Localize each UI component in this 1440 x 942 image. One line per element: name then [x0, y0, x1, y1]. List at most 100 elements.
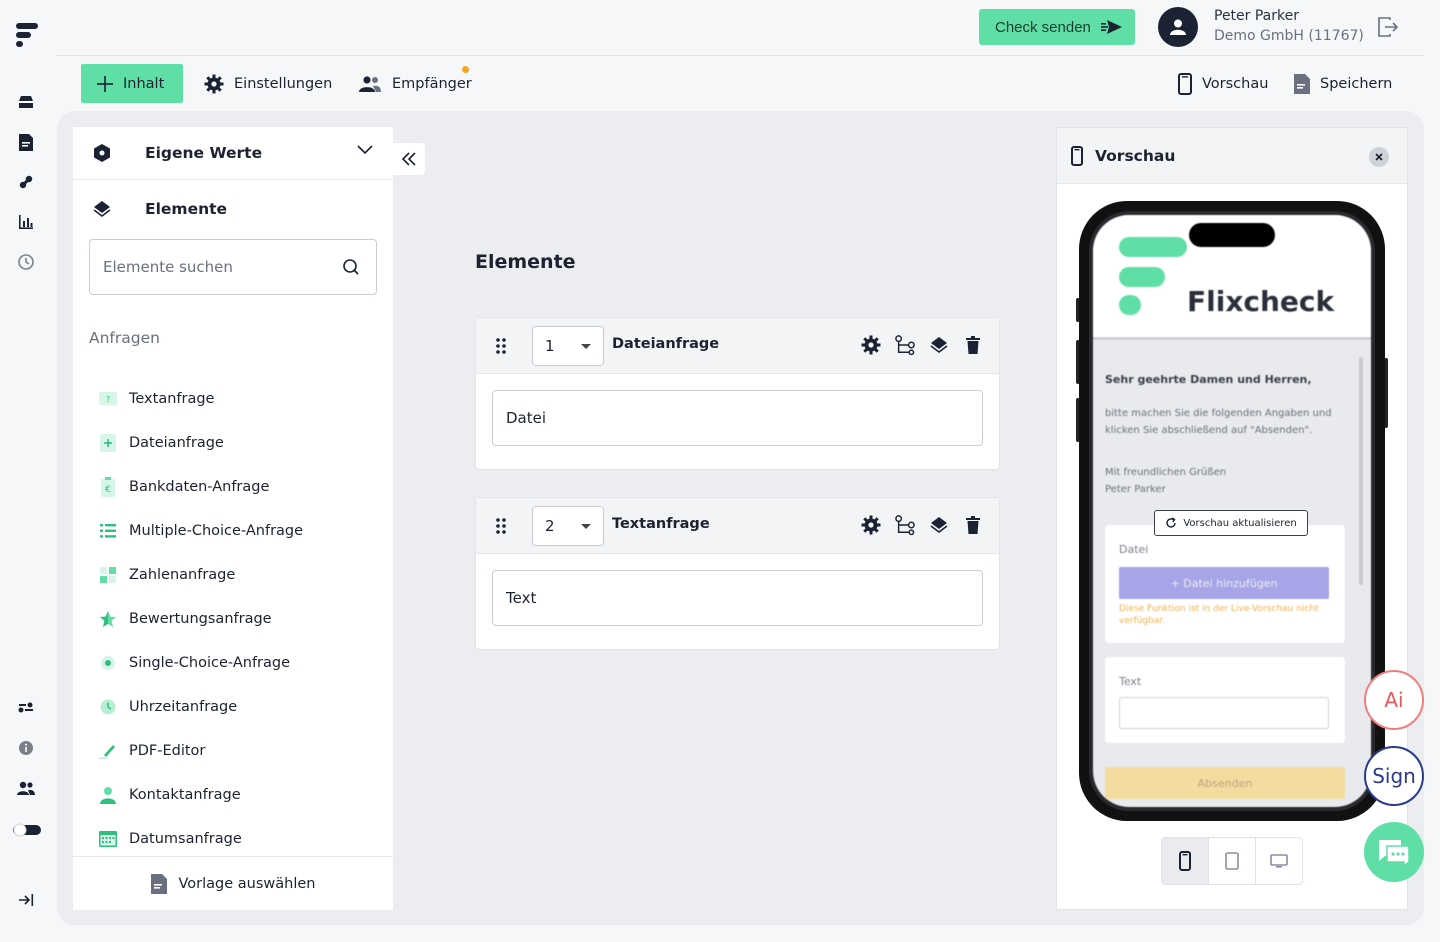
elements-header: Elemente — [73, 180, 393, 238]
list-item-kontakt[interactable]: Kontaktanfrage — [99, 773, 303, 817]
toggle-switch[interactable] — [12, 820, 42, 840]
list-item-label: Bankdaten-Anfrage — [129, 479, 270, 495]
element-card-actions — [861, 334, 983, 356]
recipients-icon — [359, 75, 381, 92]
ai-assistant-button[interactable]: Ai — [1364, 670, 1424, 730]
branching-icon[interactable] — [895, 334, 915, 356]
search-icon[interactable] — [342, 258, 360, 276]
element-label-field[interactable]: Datei — [492, 390, 983, 446]
search-input[interactable] — [103, 258, 333, 276]
mobile-icon — [1071, 145, 1083, 166]
list-item-pdf-editor[interactable]: PDF-Editor — [99, 729, 303, 773]
sign-button[interactable]: Sign — [1364, 746, 1424, 806]
list-item-label: Kontaktanfrage — [129, 787, 241, 803]
save-document-icon — [1294, 73, 1310, 94]
euro-icon: € — [99, 477, 117, 497]
settings-gear-icon[interactable] — [861, 334, 881, 356]
preview-signature: Peter Parker — [1105, 484, 1166, 495]
document-icon[interactable] — [16, 132, 36, 152]
close-icon — [1375, 153, 1383, 161]
branching-icon[interactable] — [895, 514, 915, 536]
info-icon[interactable] — [16, 738, 36, 758]
refresh-preview-label: Vorschau aktualisieren — [1183, 517, 1297, 529]
list-item-bankdaten[interactable]: € Bankdaten-Anfrage — [99, 465, 303, 509]
list-item-single-choice[interactable]: Single-Choice-Anfrage — [99, 641, 303, 685]
send-icon — [1100, 20, 1122, 34]
inbox-icon[interactable] — [16, 92, 36, 112]
device-desktop-button[interactable] — [1256, 838, 1302, 884]
refresh-preview-button[interactable]: Vorschau aktualisieren — [1154, 510, 1308, 536]
preview-button-label: Vorschau — [1202, 75, 1269, 92]
tab-einstellungen[interactable]: Einstellungen — [204, 64, 332, 103]
device-mobile-button[interactable] — [1162, 838, 1209, 884]
person-icon — [99, 786, 117, 804]
dynamic-island — [1189, 223, 1275, 247]
avatar[interactable] — [1158, 7, 1198, 47]
drag-handle-icon[interactable] — [496, 518, 506, 534]
device-switcher — [1161, 837, 1303, 885]
preview-button[interactable]: Vorschau — [1178, 64, 1268, 103]
top-header: Check senden Peter Parker Demo GmbH (117… — [56, 0, 1424, 56]
position-select[interactable]: 2 — [532, 506, 604, 546]
list-item-dateianfrage[interactable]: Dateianfrage — [99, 421, 303, 465]
tab-inhalt[interactable]: Inhalt — [81, 64, 183, 103]
custom-values-header[interactable]: Eigene Werte — [73, 127, 393, 180]
layers-action-icon[interactable] — [929, 334, 949, 356]
chat-button[interactable] — [1364, 822, 1424, 882]
list-item-label: Datumsanfrage — [129, 831, 242, 847]
link-icon[interactable] — [16, 172, 36, 192]
trash-icon[interactable] — [963, 334, 983, 356]
preview-greeting: Sehr geehrte Damen und Herren, — [1105, 373, 1312, 386]
preview-title: Vorschau — [1095, 146, 1176, 165]
expand-sidebar-icon[interactable] — [16, 890, 36, 910]
close-preview-button[interactable] — [1369, 147, 1389, 167]
preview-text-input — [1119, 697, 1329, 729]
preview-closing: Mit freundlichen Grüßen Peter Parker — [1105, 464, 1226, 498]
tab-empfaenger[interactable]: Empfänger — [358, 64, 472, 103]
list-item-zahlenanfrage[interactable]: Zahlenanfrage — [99, 553, 303, 597]
sign-label: Sign — [1372, 764, 1416, 788]
list-item-uhrzeit[interactable]: Uhrzeitanfrage — [99, 685, 303, 729]
custom-values-title: Eigene Werte — [145, 144, 263, 162]
element-search — [89, 239, 377, 295]
hexagon-icon — [94, 144, 110, 162]
save-button[interactable]: Speichern — [1294, 64, 1392, 103]
settings-gear-icon[interactable] — [861, 514, 881, 536]
main-area: Eigene Werte Elemente Anfragen ? Textanf… — [57, 111, 1424, 925]
history-icon[interactable] — [16, 252, 36, 272]
logout-icon[interactable] — [1376, 16, 1400, 38]
requests-group-label: Anfragen — [89, 329, 160, 347]
drag-handle-icon[interactable] — [496, 338, 506, 354]
chevron-down-icon[interactable] — [357, 145, 373, 155]
position-select[interactable]: 1 — [532, 326, 604, 366]
layers-action-icon[interactable] — [929, 514, 949, 536]
app-logo[interactable] — [14, 20, 40, 50]
integrations-icon[interactable] — [16, 698, 36, 718]
tab-einstellungen-label: Einstellungen — [234, 75, 333, 92]
device-tablet-button[interactable] — [1209, 838, 1256, 884]
list-item-multiple-choice[interactable]: Multiple-Choice-Anfrage — [99, 509, 303, 553]
list-item-bewertung[interactable]: Bewertungsanfrage — [99, 597, 303, 641]
element-card-title: Dateianfrage — [612, 336, 720, 352]
check-send-button[interactable]: Check senden — [979, 9, 1135, 45]
tab-empfaenger-label: Empfänger — [392, 75, 472, 92]
team-icon[interactable] — [16, 778, 36, 798]
select-template-button[interactable]: Vorlage auswählen — [73, 856, 393, 910]
preview-add-file-button: + Datei hinzufügen — [1119, 567, 1329, 599]
element-card-header: 2 Textanfrage — [476, 498, 999, 554]
preview-file-label: Datei — [1119, 543, 1149, 556]
svg-text:€: € — [105, 485, 111, 495]
trash-icon[interactable] — [963, 514, 983, 536]
list-item-textanfrage[interactable]: ? Textanfrage — [99, 377, 303, 421]
element-label-field[interactable]: Text — [492, 570, 983, 626]
element-card: 1 Dateianfrage Datei — [475, 317, 1000, 470]
list-item-label: Single-Choice-Anfrage — [129, 655, 291, 671]
list-item-datum[interactable]: Datumsanfrage — [99, 817, 303, 861]
elements-sidebar: Eigene Werte Elemente Anfragen ? Textanf… — [73, 127, 393, 910]
statistics-icon[interactable] — [16, 212, 36, 232]
collapse-sidebar-button[interactable] — [393, 143, 425, 175]
save-button-label: Speichern — [1320, 75, 1393, 92]
preview-scrollbar — [1359, 357, 1363, 585]
position-value: 1 — [545, 337, 555, 355]
file-plus-icon — [99, 434, 117, 452]
